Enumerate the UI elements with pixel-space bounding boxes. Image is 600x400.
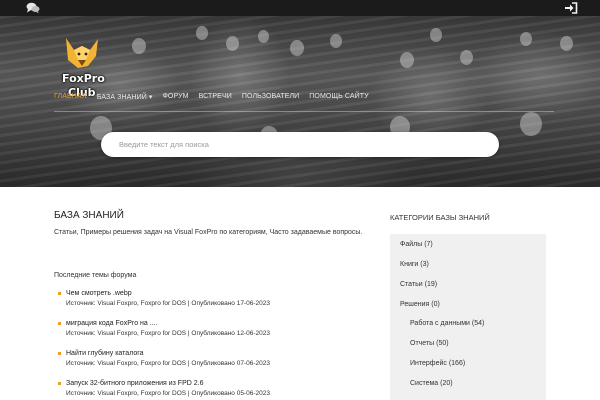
category-count: (3) bbox=[420, 261, 429, 268]
topic-meta: Источник: Visual Foxpro, Foxpro for DOS … bbox=[66, 300, 270, 307]
sign-in-icon[interactable] bbox=[564, 2, 578, 14]
category-label: Отчеты bbox=[410, 340, 435, 347]
category-count: (54) bbox=[471, 320, 485, 327]
topic-link[interactable]: Чем смотреть .webp bbox=[66, 290, 368, 297]
section-description: Статьи, Примеры решения задач на Visual … bbox=[54, 229, 374, 236]
topic-meta: Источник: Visual Foxpro, Foxpro for DOS … bbox=[66, 330, 270, 337]
category-count: (7) bbox=[424, 241, 433, 248]
category-label: Решения bbox=[400, 301, 430, 308]
list-item: Чем смотреть .webp Источник: Visual Foxp… bbox=[58, 290, 368, 320]
page-title: База знаний bbox=[54, 210, 124, 221]
nav-item-meetings[interactable]: Встречи bbox=[199, 93, 232, 101]
bullet-square-icon bbox=[58, 322, 61, 325]
topic-link[interactable]: Запуск 32-битного приложения из FPD 2.6 bbox=[66, 380, 368, 387]
category-label: Интерфейс bbox=[410, 360, 447, 367]
top-bar bbox=[0, 0, 600, 16]
search-box bbox=[101, 132, 499, 157]
category-count: (50) bbox=[436, 340, 449, 347]
category-label: Статьи bbox=[400, 281, 423, 288]
category-sidebar: Файлы (7) Книги (3) Статьи (19) Решения … bbox=[390, 234, 546, 400]
forum-topics-heading: Последние темы форума bbox=[54, 272, 137, 279]
visual-foxpro-link[interactable]: Visual FoxPro bbox=[174, 229, 217, 236]
category-item-solutions[interactable]: Решения (0) bbox=[400, 301, 440, 308]
nav-item-forum[interactable]: Форум bbox=[163, 93, 189, 101]
nav-item-users[interactable]: Пользователи bbox=[242, 93, 299, 101]
category-label: Книги bbox=[400, 261, 419, 268]
list-item: Запуск 32-битного приложения из FPD 2.6 … bbox=[58, 380, 368, 400]
category-label: Система bbox=[410, 380, 439, 387]
topic-link[interactable]: миграция кода FoxPro на .... bbox=[66, 320, 368, 327]
main-nav: Главная База знаний ▾ Форум Встречи Поль… bbox=[54, 93, 379, 101]
list-item: Найти глубину каталога Источник: Visual … bbox=[58, 350, 368, 380]
knowledge-base-section: База знаний Статьи, Примеры решения зада… bbox=[54, 210, 374, 236]
topic-meta: Источник: Visual Foxpro, Foxpro for DOS … bbox=[66, 390, 270, 397]
list-item: миграция кода FoxPro на .... Источник: V… bbox=[58, 320, 368, 350]
category-count: (0) bbox=[431, 301, 440, 308]
category-label: Файлы bbox=[400, 241, 423, 248]
search-input[interactable] bbox=[119, 137, 479, 152]
forum-topics-list: Чем смотреть .webp Источник: Visual Foxp… bbox=[58, 290, 368, 400]
description-suffix: по категориям, Часто задаваемые вопросы. bbox=[217, 229, 363, 236]
nav-item-knowledge-base[interactable]: База знаний ▾ bbox=[97, 93, 153, 101]
bullet-square-icon bbox=[58, 382, 61, 385]
chat-bubbles-icon[interactable] bbox=[26, 2, 40, 14]
sidebar-title: Категории базы знаний bbox=[390, 213, 490, 222]
category-item-articles[interactable]: Статьи (19) bbox=[400, 281, 437, 288]
category-item-files[interactable]: Файлы (7) bbox=[400, 241, 433, 248]
logo-text-foxpro: FoxPro bbox=[62, 72, 105, 85]
bullet-square-icon bbox=[58, 292, 61, 295]
nav-item-help-site[interactable]: Помощь сайту bbox=[309, 93, 368, 101]
category-count: (166) bbox=[448, 360, 466, 367]
category-item-data-work[interactable]: Работа с данными (54) bbox=[410, 320, 484, 327]
topic-link[interactable]: Найти глубину каталога bbox=[66, 350, 368, 357]
fox-logo-icon bbox=[66, 38, 98, 68]
nav-item-home[interactable]: Главная bbox=[54, 93, 87, 101]
category-label: Работа с данными bbox=[410, 320, 470, 327]
category-item-system[interactable]: Система (20) bbox=[410, 380, 453, 387]
hero-banner: FoxPro Club Главная База знаний ▾ Форум … bbox=[0, 16, 600, 187]
description-prefix: Статьи, Примеры решения задач на bbox=[54, 229, 175, 236]
category-item-interface[interactable]: Интерфейс (166) bbox=[410, 360, 465, 367]
topic-meta: Источник: Visual Foxpro, Foxpro for DOS … bbox=[66, 360, 270, 367]
category-item-reports[interactable]: Отчеты (50) bbox=[410, 340, 449, 347]
nav-divider bbox=[54, 111, 554, 112]
category-count: (19) bbox=[424, 281, 438, 288]
category-count: (20) bbox=[440, 380, 453, 387]
bullet-square-icon bbox=[58, 352, 61, 355]
category-item-books[interactable]: Книги (3) bbox=[400, 261, 429, 268]
